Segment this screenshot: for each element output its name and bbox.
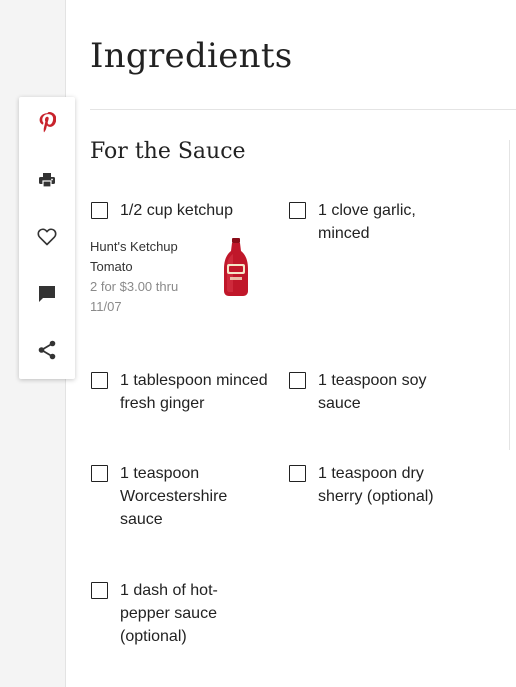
title-divider [90, 109, 516, 110]
ingredient-text: 1 teaspoon Worcestershire sauce [120, 465, 228, 528]
ingredient-text: 1 tablespoon minced fresh ginger [120, 372, 268, 412]
share-rail [19, 97, 75, 379]
product-promo[interactable]: Hunt's Ketchup Tomato 2 for $3.00 thru 1… [90, 237, 260, 327]
ingredient-checkbox[interactable] [289, 465, 306, 482]
ingredient-text: 1 clove garlic, minced [318, 202, 416, 242]
ingredient-checkbox[interactable] [91, 202, 108, 219]
save-favorite-button[interactable] [19, 217, 75, 257]
print-icon [38, 172, 56, 188]
comment-button[interactable] [19, 274, 75, 314]
comment-icon [37, 284, 57, 304]
promo-deal-date: 11/07 [90, 299, 122, 314]
heart-icon [37, 228, 57, 246]
ingredient-checkbox[interactable] [91, 372, 108, 389]
page-title: Ingredients [90, 36, 293, 76]
ingredient-item[interactable]: 1/2 cup ketchup [91, 199, 271, 222]
share-button[interactable] [19, 330, 75, 370]
pinterest-button[interactable] [19, 103, 75, 143]
ingredient-item[interactable]: 1 teaspoon Worcestershire sauce [91, 462, 261, 531]
section-title: For the Sauce [90, 139, 246, 164]
ingredient-text: 1 dash of hot-pepper sauce (optional) [120, 582, 218, 645]
ingredient-item[interactable]: 1 teaspoon soy sauce [289, 369, 439, 415]
column-divider [509, 140, 510, 450]
print-button[interactable] [19, 160, 75, 200]
ingredient-text: 1/2 cup ketchup [120, 202, 233, 219]
ingredient-checkbox[interactable] [91, 582, 108, 599]
ingredient-text: 1 teaspoon soy sauce [318, 372, 427, 412]
ingredient-checkbox[interactable] [289, 372, 306, 389]
ingredient-text: 1 teaspoon dry sherry (optional) [318, 465, 434, 505]
share-icon [37, 340, 57, 360]
ingredient-checkbox[interactable] [91, 465, 108, 482]
ingredient-item[interactable]: 1 dash of hot-pepper sauce (optional) [91, 579, 231, 648]
ingredient-item[interactable]: 1 clove garlic, minced [289, 199, 439, 245]
pinterest-icon [38, 112, 56, 134]
ingredient-item[interactable]: 1 teaspoon dry sherry (optional) [289, 462, 459, 508]
ingredient-item[interactable]: 1 tablespoon minced fresh ginger [91, 369, 276, 415]
ketchup-bottle-image[interactable] [220, 237, 252, 297]
ingredient-checkbox[interactable] [289, 202, 306, 219]
